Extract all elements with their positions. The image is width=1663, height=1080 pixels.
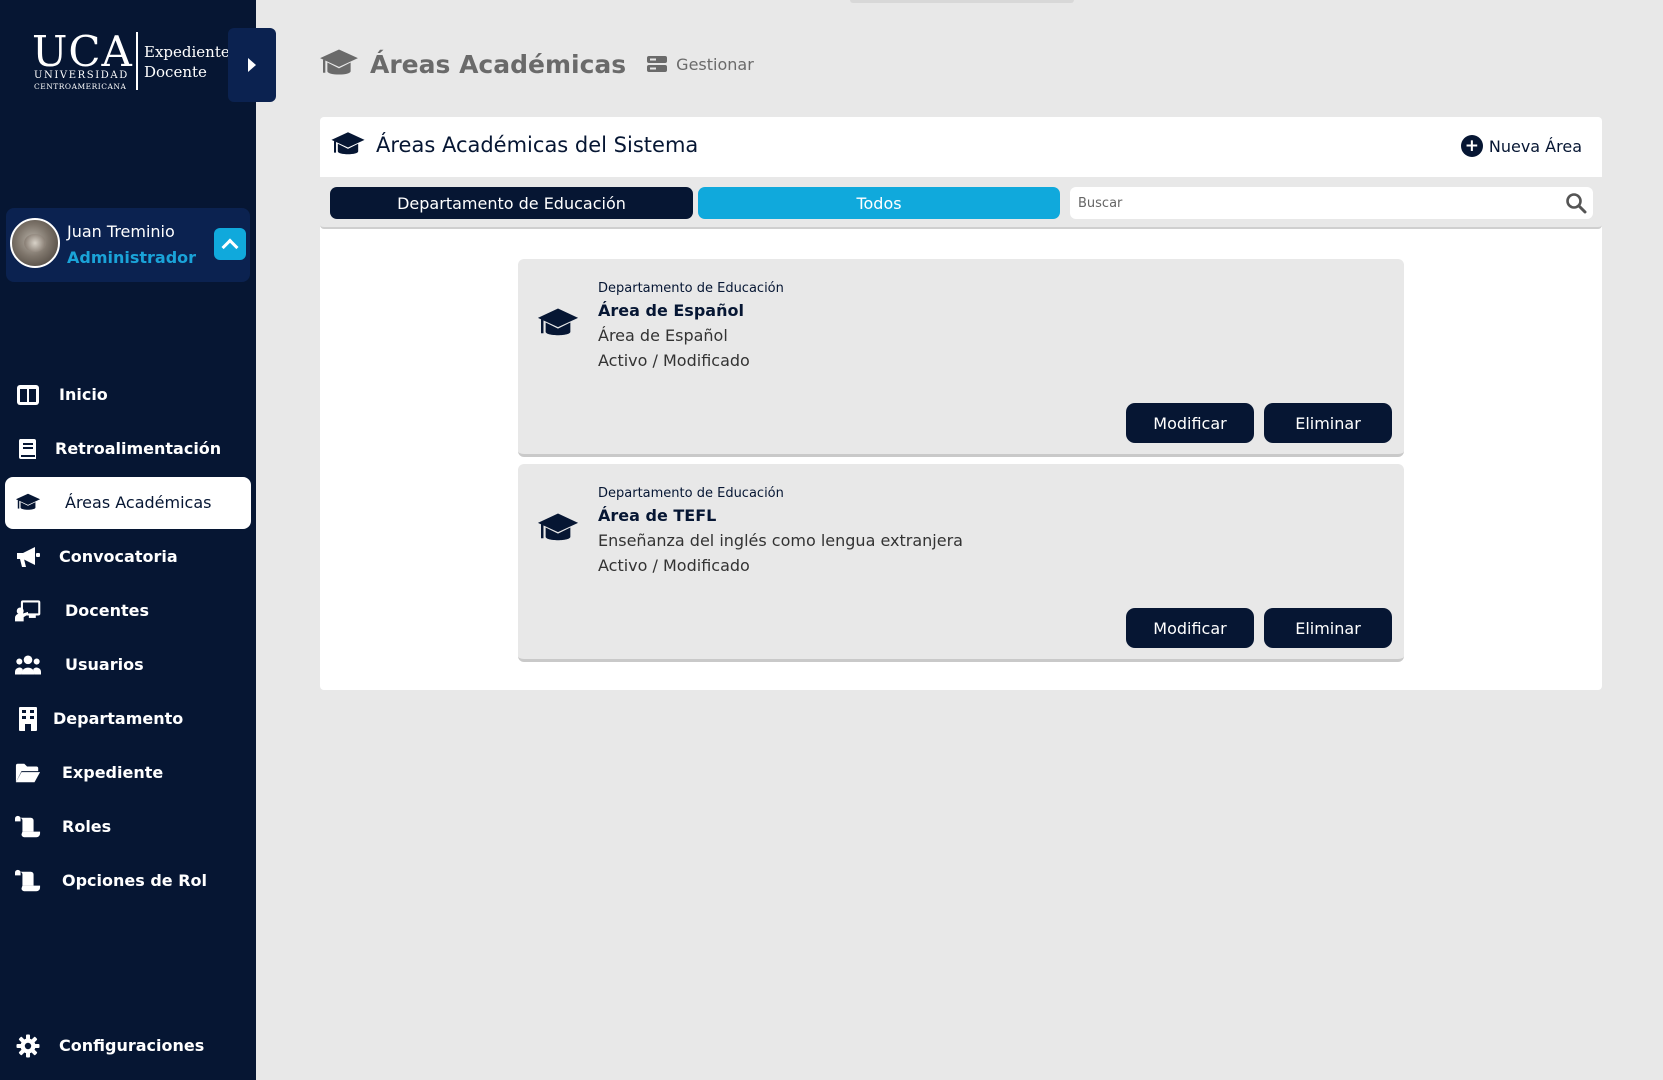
sidebar-collapse-button[interactable] bbox=[228, 28, 276, 102]
teacher-board-icon bbox=[15, 599, 41, 623]
search-box bbox=[1070, 187, 1593, 219]
new-area-label: Nueva Área bbox=[1488, 136, 1582, 156]
area-description: Área de Español bbox=[598, 326, 728, 345]
delete-button[interactable]: Eliminar bbox=[1264, 608, 1392, 648]
logo-main-text: UCA bbox=[32, 27, 133, 76]
sidebar-item-convocatoria[interactable]: Convocatoria bbox=[5, 531, 251, 583]
server-list-icon bbox=[646, 55, 668, 73]
graduation-cap-icon bbox=[15, 491, 41, 515]
area-status: Activo / Modificado bbox=[598, 556, 750, 575]
scroll-icon bbox=[15, 815, 41, 839]
area-card: Departamento de Educación Área de TEFL E… bbox=[518, 464, 1404, 662]
delete-button[interactable]: Eliminar bbox=[1264, 403, 1392, 443]
product-name: Expediente Docente bbox=[144, 43, 230, 81]
panel-header: Áreas Académicas del Sistema + Nueva Áre… bbox=[320, 117, 1602, 177]
page-header: Áreas Académicas Gestionar bbox=[318, 44, 754, 84]
search-icon[interactable] bbox=[1565, 192, 1587, 214]
areas-panel: Áreas Académicas del Sistema + Nueva Áre… bbox=[320, 117, 1602, 690]
chevron-up-icon bbox=[221, 238, 239, 256]
filter-department-button[interactable]: Departamento de Educación bbox=[330, 187, 693, 219]
top-tab-shadow bbox=[850, 0, 1074, 3]
sidebar-item-opciones-de-rol[interactable]: Opciones de Rol bbox=[5, 855, 251, 907]
graduation-cap-icon bbox=[536, 512, 580, 548]
book-icon bbox=[15, 437, 41, 461]
users-icon bbox=[15, 653, 41, 677]
breadcrumb-manage[interactable]: Gestionar bbox=[646, 55, 754, 74]
user-menu-toggle-button[interactable] bbox=[214, 228, 246, 260]
building-icon bbox=[15, 707, 41, 731]
home-grid-icon bbox=[15, 383, 41, 407]
sidebar-item-retroalimentacion[interactable]: Retroalimentación bbox=[5, 423, 251, 475]
breadcrumb-manage-label: Gestionar bbox=[676, 54, 754, 74]
avatar[interactable] bbox=[10, 218, 60, 268]
sidebar-item-usuarios[interactable]: Usuarios bbox=[5, 639, 251, 691]
logo-sub-text: UNIVERSIDAD bbox=[34, 70, 129, 81]
area-department: Departamento de Educación bbox=[598, 486, 784, 501]
gear-icon bbox=[15, 1034, 41, 1058]
area-department: Departamento de Educación bbox=[598, 281, 784, 296]
panel-title: Áreas Académicas del Sistema bbox=[376, 133, 699, 157]
sidebar-item-configuraciones[interactable]: Configuraciones bbox=[5, 1020, 251, 1072]
caret-right-icon bbox=[248, 58, 256, 72]
graduation-cap-icon bbox=[318, 47, 360, 81]
sidebar-item-departamento[interactable]: Departamento bbox=[5, 693, 251, 745]
filter-all-button[interactable]: Todos bbox=[698, 187, 1060, 219]
area-name: Área de TEFL bbox=[598, 506, 717, 525]
search-input[interactable] bbox=[1070, 187, 1550, 219]
sidebar: UCA UNIVERSIDAD CENTROAMERICANA Expedien… bbox=[0, 0, 256, 1080]
brand-logo[interactable]: UCA UNIVERSIDAD CENTROAMERICANA Expedien… bbox=[32, 30, 232, 96]
plus-circle-icon: + bbox=[1460, 135, 1483, 157]
sidebar-item-inicio[interactable]: Inicio bbox=[5, 369, 251, 421]
sidebar-item-roles[interactable]: Roles bbox=[5, 801, 251, 853]
user-role: Administrador bbox=[67, 248, 197, 267]
sidebar-item-docentes[interactable]: Docentes bbox=[5, 585, 251, 637]
new-area-button[interactable]: + Nueva Área bbox=[1460, 135, 1582, 157]
area-card: Departamento de Educación Área de Españo… bbox=[518, 259, 1404, 457]
logo-divider bbox=[136, 32, 138, 90]
logo-sub-text-2: CENTROAMERICANA bbox=[34, 82, 127, 91]
page-title: Áreas Académicas bbox=[370, 49, 627, 79]
modify-button[interactable]: Modificar bbox=[1126, 403, 1254, 443]
area-name: Área de Español bbox=[598, 301, 744, 320]
graduation-cap-icon bbox=[330, 131, 366, 161]
megaphone-icon bbox=[15, 545, 41, 569]
scroll-icon bbox=[15, 869, 41, 893]
graduation-cap-icon bbox=[536, 307, 580, 343]
folder-open-icon bbox=[15, 761, 41, 785]
area-status: Activo / Modificado bbox=[598, 351, 750, 370]
sidebar-item-expediente[interactable]: Expediente bbox=[5, 747, 251, 799]
area-description: Enseñanza del inglés como lengua extranj… bbox=[598, 531, 963, 550]
sidebar-item-areas-academicas[interactable]: Áreas Académicas bbox=[5, 477, 251, 529]
modify-button[interactable]: Modificar bbox=[1126, 608, 1254, 648]
user-card: Juan Treminio Administrador bbox=[6, 208, 250, 282]
user-name: Juan Treminio bbox=[67, 222, 175, 241]
filter-bar: Departamento de Educación Todos bbox=[320, 177, 1602, 229]
